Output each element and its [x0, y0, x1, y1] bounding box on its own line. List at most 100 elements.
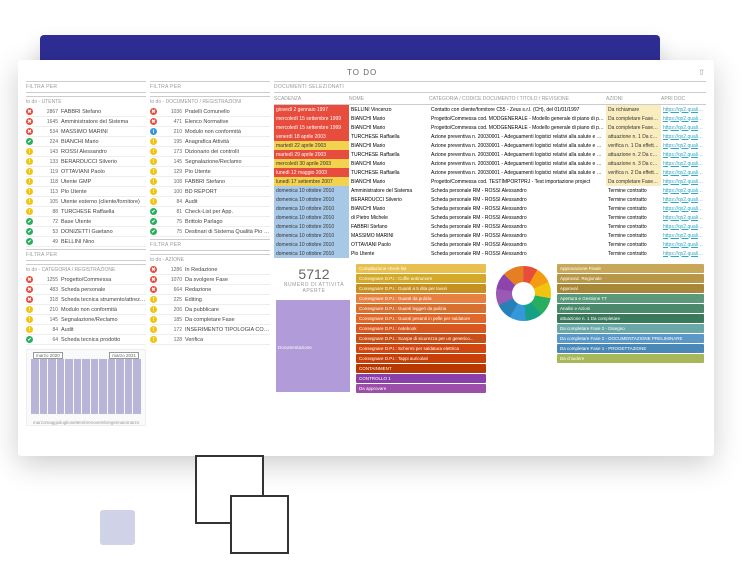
label-item[interactable]: Approval [557, 284, 704, 293]
doc-row[interactable]: domenica 10 ottobre 2010 Plo Utente Sche… [274, 249, 706, 258]
warn-item[interactable]: Consegnare D.P.I.: notebook [356, 324, 486, 333]
filter-row[interactable]: !88TURCHESE Raffaella [26, 207, 146, 217]
doc-row[interactable]: venerdì 18 aprile 2003 TURCHESE Raffaell… [274, 132, 706, 141]
doc-row[interactable]: martedì 29 aprile 2003 TURCHESE Raffaell… [274, 150, 706, 159]
warn-item[interactable]: Consegnare D.P.I.: Guanti pesanti in pel… [356, 314, 486, 323]
filter-row[interactable]: !84Audit [150, 197, 270, 207]
cell-link[interactable]: https://qx2.qualiwa... [661, 177, 706, 186]
filter-row[interactable]: !84Audit [26, 325, 146, 335]
cell-link[interactable]: https://qx2.qualiwa... [661, 222, 706, 231]
filter-row[interactable]: i210Modulo non conformità [150, 127, 270, 137]
label-item[interactable]: Da completare Fase 1 - PROGETTAZIONE [557, 344, 704, 353]
filter-row[interactable]: !225Editing [150, 295, 270, 305]
donut-chart[interactable] [496, 266, 551, 321]
filter-row[interactable]: ✖534MASSIMO MARINI [26, 127, 146, 137]
cell-link[interactable]: https://qx2.qualiwa... [661, 186, 706, 195]
share-icon[interactable]: ⇧ [698, 68, 706, 77]
warn-item[interactable]: CONTROLLO 1 [356, 374, 486, 383]
filter-row[interactable]: !133BERARDUCCI Silverio [26, 157, 146, 167]
filter-row[interactable]: ✔224BIANCHI Mario [26, 137, 146, 147]
cell-link[interactable]: https://qx2.qualiwa... [661, 168, 706, 177]
filter-row[interactable]: ✖471Elenco Normative [150, 117, 270, 127]
filter-row[interactable]: ✖664Redazione [150, 285, 270, 295]
doc-row[interactable]: martedì 22 aprile 2003 BIANCHI Mario Azi… [274, 141, 706, 150]
label-item[interactable]: Approvaz. Regionale [557, 274, 704, 283]
filter-row[interactable]: !108FABBRI Stefano [150, 177, 270, 187]
label-item[interactable]: attuazione n. 1 Da completare [557, 314, 704, 323]
filter-row[interactable]: ✔49BELLINI Nino [26, 237, 146, 247]
cell-link[interactable]: https://qx2.qualiwa... [661, 132, 706, 141]
cell-link[interactable]: https://qx2.qualiwa... [661, 159, 706, 168]
warn-item[interactable]: Consegnare D.P.I.: Scarpe di sicurezza p… [356, 334, 486, 343]
tree-block[interactable]: Documentazione [276, 300, 350, 392]
cell-link[interactable]: https://qx2.qualiwa... [661, 231, 706, 240]
filter-row[interactable]: !210Modulo non conformità [26, 305, 146, 315]
warn-item[interactable]: Consegnare D.P.I.: Guanti a 5 dita per l… [356, 284, 486, 293]
label-item[interactable]: Apertura e Gestione TT [557, 294, 704, 303]
filter-row[interactable]: ✖318Scheda tecnica strumento/attrezzatur… [26, 295, 146, 305]
col-scadenza[interactable]: SCADENZA [274, 96, 349, 102]
cell-link[interactable]: https://qx2.qualiwa... [661, 240, 706, 249]
cell-link[interactable]: https://qx2.qualiwa... [661, 204, 706, 213]
filter-row[interactable]: !143ROSSI Alessandro [26, 147, 146, 157]
doc-row[interactable]: domenica 10 ottobre 2010 OTTAVIANI Paolo… [274, 240, 706, 249]
doc-row[interactable]: domenica 10 ottobre 2010 FABBRI Stefano … [274, 222, 706, 231]
filter-row[interactable]: ✖1286In Redazione [150, 265, 270, 275]
doc-row[interactable]: domenica 10 ottobre 2010 MASSIMO MARINI … [274, 231, 706, 240]
treemap-chart[interactable]: DocumentazioneProgetto/CommessaScheda pe… [274, 298, 354, 392]
doc-row[interactable]: giovedì 2 gennaio 1997 BELLINI Vincenzo … [274, 105, 706, 114]
doc-row[interactable]: domenica 10 ottobre 2010 BIANCHI Mario S… [274, 204, 706, 213]
doc-row[interactable]: domenica 10 ottobre 2010 di Pietro Miche… [274, 213, 706, 222]
doc-row[interactable]: mercoledì 15 settembre 1999 BIANCHI Mari… [274, 123, 706, 132]
label-item[interactable]: Analisi e Azioni [557, 304, 704, 313]
label-item[interactable]: Da completare Fase 2 - DOCUMENTAZIONE PR… [557, 334, 704, 343]
filter-row[interactable]: !105Utente esterno (cliente/fornitore) [26, 197, 146, 207]
filter-row[interactable]: ✔64Scheda tecnica prodotto [26, 335, 146, 345]
doc-row[interactable]: domenica 10 ottobre 2010 Amministratore … [274, 186, 706, 195]
filter-row[interactable]: ✔75Destinari di Sistema Qualità Pio enhj… [150, 227, 270, 237]
filter-row[interactable]: ✔75Brittolo Parlago [150, 217, 270, 227]
cell-link[interactable]: https://qx2.qualiwa... [661, 213, 706, 222]
cell-link[interactable]: https://qx2.qualiwa... [661, 249, 706, 258]
cell-link[interactable]: https://qx2.qualiwa... [661, 105, 706, 114]
filter-row[interactable]: !185Da completare Fase [150, 315, 270, 325]
doc-row[interactable]: domenica 10 ottobre 2010 BERARDUCCI Silv… [274, 195, 706, 204]
filter-row[interactable]: !128Verifica [150, 335, 270, 345]
label-item[interactable]: Da completare Fase 2 - Disegno [557, 324, 704, 333]
filter-row[interactable]: ✖1255Progetto/Commessa [26, 275, 146, 285]
filter-row[interactable]: !145Segnalazione/Reclamo [150, 157, 270, 167]
col-azioni[interactable]: AZIONI [606, 96, 661, 102]
filter-row[interactable]: ✔53DONIZETTI Gaetano [26, 227, 146, 237]
warn-item[interactable]: Consegnare D.P.I.: Schermi per saldatura… [356, 344, 486, 353]
warn-item[interactable]: Da approvare [356, 384, 486, 393]
filter-row[interactable]: !145Segnalazione/Reclamo [26, 315, 146, 325]
cell-link[interactable]: https://qx2.qualiwa... [661, 123, 706, 132]
filter-row[interactable]: !113Plo Utente [26, 187, 146, 197]
filter-row[interactable]: ✖1645Amministratore del Sistema [26, 117, 146, 127]
filter-row[interactable]: !173Dizionario dei controlli [150, 147, 270, 157]
label-item[interactable]: Approvazione Finale [557, 264, 704, 273]
doc-row[interactable]: lunedì 17 settembre 2007 BIANCHI Mario P… [274, 177, 706, 186]
filter-row[interactable]: !129Pio Utente [150, 167, 270, 177]
label-item[interactable]: Da chiudere [557, 354, 704, 363]
filter-row[interactable]: !100BD REPORT [150, 187, 270, 197]
warn-item[interactable]: Consegnare D.P.I.: Cuffie antirumore [356, 274, 486, 283]
cell-link[interactable]: https://qx2.qualiwa... [661, 141, 706, 150]
filter-row[interactable]: ✔72Base Utente [26, 217, 146, 227]
warn-item[interactable]: Consegnare D.P.I.: Guanti da pulizia [356, 294, 486, 303]
col-nome[interactable]: NOME [349, 96, 429, 102]
warn-item[interactable]: CONTAINMENT [356, 364, 486, 373]
filter-row[interactable]: !172INSERIMENTO TIPOLOGIA CONTROLLO [150, 325, 270, 335]
warn-item[interactable]: Consegnare D.P.I.: Tappi auricolari [356, 354, 486, 363]
col-categoria[interactable]: CATEGORIA / CODICE DOCUMENTO / TITOLO / … [429, 96, 606, 102]
filter-row[interactable]: ✖483Scheda personale [26, 285, 146, 295]
filter-row[interactable]: !195Anagrafica Attività [150, 137, 270, 147]
filter-row[interactable]: !119OTTAVIANI Paolo [26, 167, 146, 177]
col-apri[interactable]: APRI DOC [661, 96, 706, 102]
filter-row[interactable]: !206Da pubblicare [150, 305, 270, 315]
doc-row[interactable]: mercoledì 30 aprile 2003 BIANCHI Mario A… [274, 159, 706, 168]
filter-row[interactable]: ✖2867FABBRI Stefano [26, 107, 146, 117]
warn-item[interactable]: Consegnare D.P.I.: Guanti leggeri da pul… [356, 304, 486, 313]
filter-row[interactable]: ✔81Check-List per App. [150, 207, 270, 217]
cell-link[interactable]: https://qx2.qualiwa... [661, 195, 706, 204]
